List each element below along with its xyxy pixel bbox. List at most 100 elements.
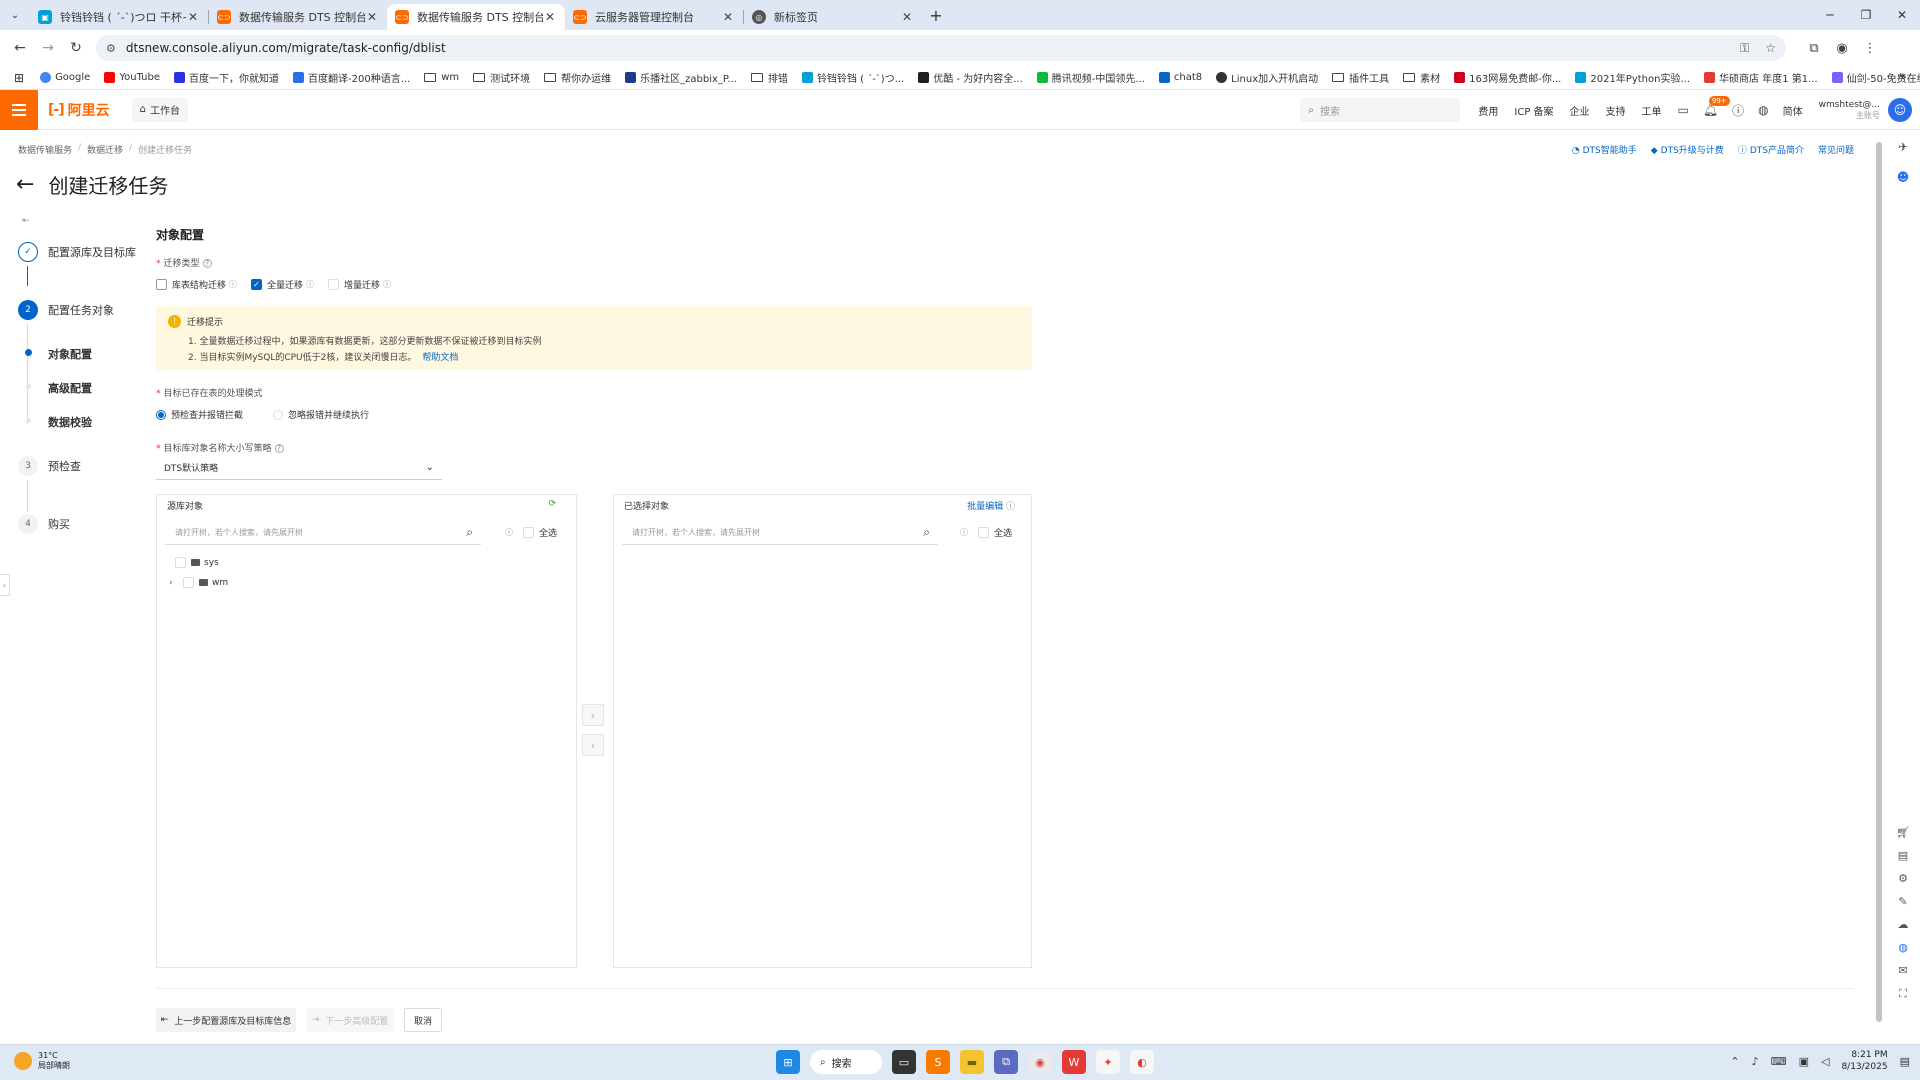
bookmark-asus[interactable]: 华硕商店 年度1 第1... — [1704, 70, 1818, 85]
password-key-icon[interactable]: ⚿ — [1740, 41, 1749, 56]
refresh-icon[interactable]: ⟳ — [548, 499, 556, 509]
browser-tab-1[interactable]: ▣ 铃铛铃铛 ( ´-`)つロ 干杯~-bili ✕ — [30, 4, 208, 30]
edit-icon[interactable]: ✎ — [1894, 895, 1912, 908]
chrome-icon[interactable]: ◉ — [1028, 1050, 1052, 1074]
bookmark-folder-plugins[interactable]: 插件工具 — [1332, 70, 1389, 85]
browser-tab-3-active[interactable]: ⊂⊃ 数据传输服务 DTS 控制台 ✕ — [387, 4, 565, 30]
page-scrollbar[interactable] — [1876, 130, 1882, 1045]
paper-plane-icon[interactable]: ✈ — [1894, 140, 1912, 154]
url-text[interactable]: dtsnew.console.aliyun.com/migrate/task-c… — [126, 41, 1724, 55]
cancel-button[interactable]: 取消 — [404, 1008, 442, 1032]
nav-enterprise[interactable]: 企业 — [1570, 103, 1590, 118]
bookmark-folder-test[interactable]: 测试环境 — [473, 70, 530, 85]
next-step-button[interactable]: ⇥ 下一步高级配置 — [306, 1008, 394, 1032]
checkbox-box[interactable] — [328, 279, 340, 290]
network-tool-icon[interactable]: ⧉ — [994, 1050, 1018, 1074]
bookmark-folder-ops[interactable]: 帮你办运维 — [544, 70, 611, 85]
fullscreen-icon[interactable]: ⛶ — [1894, 987, 1912, 1001]
close-tab-icon[interactable]: ✕ — [365, 10, 379, 24]
file-explorer-icon[interactable]: ▬ — [960, 1050, 984, 1074]
substep-data-verify[interactable]: 数据校验 — [48, 414, 92, 430]
bookmark-tencent-video[interactable]: 腾讯视频-中国领先... — [1036, 70, 1145, 85]
help-doc-link[interactable]: 帮助文档 — [422, 353, 458, 363]
bookmarks-overflow-icon[interactable]: » — [1900, 72, 1906, 83]
bookmark-game[interactable]: 仙剑-50-免费在线... — [1831, 70, 1920, 85]
bookmark-bilibili[interactable]: 铃铛铃铛 ( ´-`)つ... — [801, 70, 904, 85]
close-tab-icon[interactable]: ✕ — [186, 10, 200, 24]
microphone-icon[interactable]: ♪ — [1752, 1055, 1759, 1068]
app-icon[interactable]: ◐ — [1130, 1050, 1154, 1074]
link-dts-intro[interactable]: ⓘ DTS产品简介 — [1738, 143, 1804, 156]
case-policy-select[interactable]: DTS默认策略 ⌄ — [156, 456, 442, 480]
bookmark-chat8[interactable]: chat8 — [1158, 72, 1202, 83]
checkbox-full-migration[interactable]: ✓ 全量迁移 ⓘ — [251, 278, 314, 291]
reload-icon[interactable]: ↻ — [62, 40, 90, 56]
checkbox-schema-migration[interactable]: 库表结构迁移 ⓘ — [156, 278, 237, 291]
back-arrow-icon[interactable]: ← — [16, 172, 34, 197]
workbench-button[interactable]: ⌂ 工作台 — [131, 97, 188, 122]
back-arrow-icon[interactable]: ← — [6, 40, 34, 56]
site-info-icon[interactable]: ⚙ — [106, 42, 116, 55]
browser-menu-icon[interactable]: ⋮ — [1856, 41, 1884, 56]
link-faq[interactable]: 常见问题 — [1818, 143, 1854, 156]
language-switch[interactable]: 简体 — [1783, 103, 1803, 118]
terminal-icon[interactable]: ▭ — [1678, 103, 1689, 117]
browser-tab-2[interactable]: ⊂⊃ 数据传输服务 DTS 控制台 ✕ — [209, 4, 387, 30]
forward-arrow-icon[interactable]: → — [34, 40, 62, 56]
question-icon[interactable]: ? — [274, 444, 284, 453]
taskbar-search[interactable]: ⌕ 搜索 — [810, 1050, 882, 1074]
substep-object-config[interactable]: 对象配置 — [48, 346, 92, 362]
close-window-icon[interactable]: ✕ — [1884, 0, 1920, 30]
search-icon[interactable]: ⌕ — [466, 525, 473, 540]
question-icon[interactable]: ? — [202, 259, 212, 268]
tree-node-sys[interactable]: sys — [175, 557, 219, 568]
aliyun-logo[interactable]: [-] 阿里云 — [48, 100, 110, 120]
checkbox-box[interactable] — [175, 557, 186, 568]
help-icon[interactable]: ⓘ — [1732, 102, 1744, 119]
tab-search-chevron-icon[interactable]: ⌄ — [0, 0, 30, 30]
hamburger-menu-icon[interactable] — [0, 89, 38, 130]
source-select-all[interactable]: ⓘ 全选 — [505, 526, 557, 539]
maximize-icon[interactable]: ❐ — [1848, 0, 1884, 30]
close-tab-icon[interactable]: ✕ — [900, 10, 914, 24]
radio-unselected[interactable] — [273, 409, 284, 420]
feedback-icon[interactable]: ✉ — [1894, 964, 1912, 977]
radio-selected[interactable] — [156, 409, 166, 420]
substep-advanced-config[interactable]: 高级配置 — [48, 380, 92, 396]
step-1[interactable]: ✓ 配置源库及目标库 — [18, 242, 136, 262]
search-icon[interactable]: ⌕ — [923, 525, 930, 540]
radio-ignore-error[interactable]: 忽略报错并继续执行 — [273, 408, 369, 421]
bookmark-baidu-translate[interactable]: 百度翻译-200种语言... — [293, 70, 410, 85]
chevron-right-icon[interactable]: › — [169, 578, 179, 588]
nav-icp[interactable]: ICP 备案 — [1514, 103, 1553, 118]
volume-icon[interactable]: ◁ — [1821, 1055, 1829, 1068]
tray-overflow-chevron-icon[interactable]: ⌃ — [1730, 1055, 1739, 1068]
checkbox-checked-icon[interactable]: ✓ — [251, 279, 263, 290]
globe-icon[interactable]: ◍ — [1894, 941, 1912, 954]
bookmark-folder-troubleshoot[interactable]: 排错 — [750, 70, 788, 85]
sublime-text-icon[interactable]: S — [926, 1050, 950, 1074]
app-icon[interactable]: ✦ — [1096, 1050, 1120, 1074]
selected-select-all[interactable]: ⓘ 全选 — [960, 526, 1012, 539]
radio-precheck-error[interactable]: 预检查并报错拦截 — [156, 408, 243, 421]
bookmark-star-icon[interactable]: ☆ — [1765, 41, 1776, 55]
notification-icon[interactable]: ▤ — [1900, 1055, 1910, 1068]
avatar[interactable]: ☺ — [1888, 98, 1912, 122]
language-globe-icon[interactable]: ◍ — [1758, 103, 1768, 117]
bookmark-folder-assets[interactable]: 素材 — [1403, 70, 1440, 85]
document-icon[interactable]: ▤ — [1894, 849, 1912, 862]
cloud-icon[interactable]: ☁ — [1894, 918, 1912, 931]
prev-step-button[interactable]: ⇤ 上一步配置源库及目标库信息 — [156, 1008, 296, 1032]
extensions-puzzle-icon[interactable]: ⧉ — [1800, 41, 1828, 56]
batch-edit-link[interactable]: 批量编辑 ⓘ — [967, 499, 1015, 512]
console-search-input[interactable]: ⌕ 搜索 — [1300, 98, 1461, 122]
link-dts-pricing[interactable]: ◆ DTS升级与计费 — [1651, 143, 1724, 156]
step-3[interactable]: 3 预检查 — [18, 456, 81, 476]
bookmark-youku[interactable]: 优酷 - 为好内容全... — [918, 70, 1023, 85]
bookmark-linux-startup[interactable]: Linux加入开机启动 — [1216, 70, 1318, 85]
breadcrumb-dts[interactable]: 数据传输服务 — [18, 143, 72, 156]
omnibox[interactable]: ⚙ dtsnew.console.aliyun.com/migrate/task… — [96, 35, 1786, 61]
link-dts-assistant[interactable]: ◔ DTS智能助手 — [1572, 143, 1637, 156]
bookmark-163mail[interactable]: 163网易免费邮-你... — [1454, 70, 1561, 85]
bookmark-google[interactable]: Google — [40, 72, 90, 83]
